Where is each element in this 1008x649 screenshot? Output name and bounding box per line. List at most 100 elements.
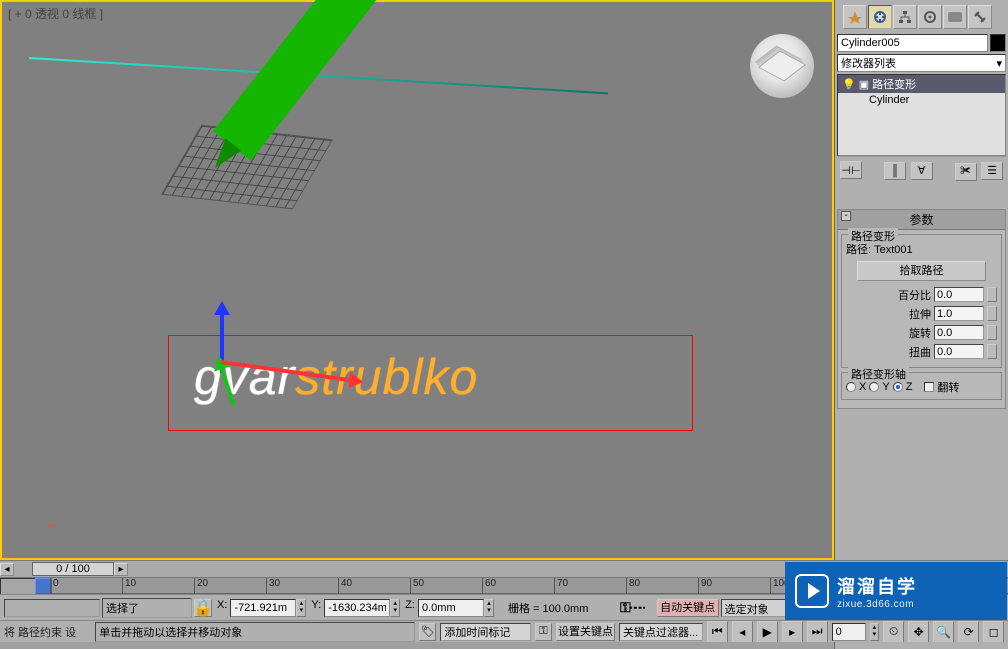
flip-checkbox[interactable] [924, 382, 934, 392]
modifier-list-dropdown[interactable]: 修改器列表 ▾ [837, 54, 1006, 72]
watermark-url: zixue.3d66.com [837, 599, 917, 610]
panel-tabs [837, 2, 1006, 32]
axis-x-label: X [859, 381, 866, 393]
viewport-label[interactable]: [ + 0 透视 0 线框 ] [8, 5, 103, 22]
spinner-icon[interactable] [987, 306, 997, 321]
make-unique-button[interactable]: ∀ [911, 162, 933, 180]
group-axis-title: 路径变形轴 [848, 366, 909, 382]
group-path-deform: 路径变形 路径: Text001 拾取路径 百分比 拉伸 旋转 [841, 234, 1002, 368]
axis-z-label: Z [906, 381, 913, 393]
time-prev-button[interactable]: ◂ [0, 563, 14, 576]
show-end-result-button[interactable]: ║ [884, 162, 906, 180]
coord-z: Z: ▴▾ [402, 599, 494, 617]
current-frame-field[interactable] [832, 623, 866, 641]
group-title: 路径变形 [848, 228, 898, 244]
stretch-field[interactable] [934, 306, 984, 321]
remove-modifier-button[interactable]: ✀ [955, 163, 977, 181]
next-frame-button[interactable]: ▸ [782, 621, 803, 643]
tick: 70 [554, 578, 568, 594]
set-key-button[interactable]: 设置关键点 [556, 623, 615, 641]
time-config-button[interactable]: ⏲ [883, 621, 904, 643]
watermark-title: 溜溜自学 [837, 573, 917, 599]
tab-hierarchy[interactable] [893, 5, 917, 29]
pin-stack-button[interactable]: ⊣⊢ [840, 161, 862, 179]
object-name-field[interactable] [837, 34, 988, 52]
x-label: X: [214, 599, 230, 617]
tick: 20 [194, 578, 208, 594]
watermark: 溜溜自学 zixue.3d66.com [785, 562, 1007, 620]
rotate-label: 旋转 [891, 325, 931, 341]
lock-selection-button[interactable]: 🔒 [194, 599, 212, 617]
pick-path-button[interactable]: 拾取路径 [857, 261, 987, 281]
tick: 10 [122, 578, 136, 594]
axis-z-radio[interactable] [893, 382, 903, 392]
axis-y-label: Y [882, 381, 889, 393]
spinner-icon[interactable]: ▴▾ [484, 599, 494, 617]
tick: 50 [410, 578, 424, 594]
rollout-title-text: 参数 [909, 213, 933, 227]
key-filters-dropdown[interactable]: 关键点过滤器... [619, 623, 703, 641]
auto-key-button[interactable]: 自动关键点 [657, 599, 719, 617]
prev-frame-button[interactable]: ◂ [732, 621, 753, 643]
time-next-button[interactable]: ▸ [114, 563, 128, 576]
time-slider-thumb[interactable]: 0 / 100 [32, 562, 114, 576]
group-axis: 路径变形轴 X Y Z 翻转 [841, 372, 1002, 400]
z-field[interactable] [418, 599, 484, 617]
tab-modify[interactable] [868, 5, 892, 29]
tab-display[interactable] [943, 5, 967, 29]
dropdown-arrow-icon: ▾ [996, 57, 1002, 70]
configure-sets-button[interactable]: ☰ [981, 162, 1003, 180]
expand-icon: ▣ [859, 78, 869, 91]
goto-start-button[interactable]: ⏮ [707, 621, 728, 643]
modifier-stack-item[interactable]: 💡 ▣ 路径变形 [838, 75, 1005, 93]
percent-label: 百分比 [891, 287, 931, 303]
tick: 60 [482, 578, 496, 594]
bulb-icon: 💡 [842, 78, 856, 91]
tab-utilities[interactable] [968, 5, 992, 29]
modifier-name: 路径变形 [872, 76, 916, 92]
grid-spacing-label: 栅格 = 100.0mm [508, 600, 618, 616]
command-panel: 修改器列表 ▾ 💡 ▣ 路径变形 Cylinder ⊣⊢ ║ ∀ ✀ ☰ - 参… [834, 0, 1008, 649]
coord-y: Y: ▴▾ [308, 599, 400, 617]
prompt-hint-left: 将 路径约束 设 [4, 624, 91, 640]
rollout-title[interactable]: - 参数 [838, 210, 1005, 230]
nav-orbit-button[interactable]: ⟳ [958, 621, 979, 643]
x-field[interactable] [230, 599, 296, 617]
goto-end-button[interactable]: ⏭ [807, 621, 828, 643]
nav-zoom-button[interactable]: 🔍 [933, 621, 954, 643]
viewcube[interactable] [750, 34, 814, 98]
set-key-icon[interactable]: ⚿┉ [620, 599, 645, 616]
add-time-tag-dropdown[interactable]: 添加时间标记 [440, 623, 530, 641]
tab-create[interactable] [843, 5, 867, 29]
y-label: Y: [308, 599, 324, 617]
percent-field[interactable] [934, 287, 984, 302]
axis-y-radio[interactable] [869, 382, 879, 392]
spinner-icon[interactable] [987, 344, 997, 359]
modifier-stack-item[interactable]: Cylinder [838, 93, 1005, 107]
play-button[interactable]: ▶ [757, 621, 778, 643]
tick: 90 [698, 578, 712, 594]
object-color-swatch[interactable] [990, 34, 1006, 52]
nav-max-button[interactable]: ◻ [983, 621, 1004, 643]
spinner-icon[interactable]: ▴▾ [296, 599, 306, 617]
spinner-icon[interactable]: ▴▾ [390, 599, 400, 617]
tab-motion[interactable] [918, 5, 942, 29]
time-tag-icon[interactable]: 🏷 [419, 623, 436, 641]
spinner-icon[interactable]: ▴▾ [870, 623, 880, 641]
tick: 0 [50, 578, 59, 594]
rotate-field[interactable] [934, 325, 984, 340]
modifier-stack[interactable]: 💡 ▣ 路径变形 Cylinder [837, 74, 1006, 156]
prompt-hint-main: 单击并拖动以选择并移动对象 [95, 622, 415, 642]
spinner-icon[interactable] [987, 325, 997, 340]
modifier-stack-tools: ⊣⊢ ║ ∀ ✀ ☰ [837, 156, 1006, 185]
coord-x: X: ▴▾ [214, 599, 306, 617]
key-toggle-button[interactable]: ⚿ [535, 623, 552, 641]
y-field[interactable] [324, 599, 390, 617]
twist-field[interactable] [934, 344, 984, 359]
spinner-icon[interactable] [987, 287, 997, 302]
viewport[interactable]: [ + 0 透视 0 线框 ] gvarstrublko ✂ [0, 0, 834, 560]
axis-x-radio[interactable] [846, 382, 856, 392]
twist-label: 扭曲 [891, 344, 931, 360]
flip-label: 翻转 [937, 379, 959, 395]
nav-pan-button[interactable]: ✥ [908, 621, 929, 643]
